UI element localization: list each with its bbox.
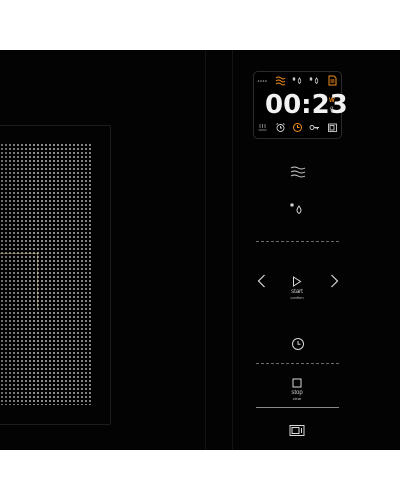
lcd-top-icons — [254, 75, 341, 86]
clock-icon — [291, 337, 305, 351]
lcd-display: 00:23 W g — [253, 71, 348, 139]
divider-solid — [256, 407, 339, 408]
door-edge — [205, 50, 206, 450]
lcd-unit-grams: g — [330, 106, 334, 112]
previous-button[interactable] — [252, 270, 270, 292]
play-icon — [292, 276, 302, 287]
divider-dashed — [256, 363, 339, 364]
lcd-unit-indicator: W g — [329, 97, 335, 113]
steam-icon — [257, 122, 268, 133]
heat-waves-icon — [275, 75, 286, 86]
defrost-weight-icon — [292, 75, 303, 86]
timer-icon — [292, 122, 303, 133]
chevron-left-icon — [257, 274, 266, 288]
start-sublabel: confirm — [290, 295, 304, 300]
lcd-bottom-icons — [254, 122, 341, 133]
window-reflection-line — [0, 253, 38, 254]
lock-key-icon — [309, 122, 320, 133]
alarm-clock-icon — [275, 122, 286, 133]
defrost-button[interactable] — [282, 198, 312, 220]
window-reflection-line — [37, 253, 38, 308]
microwave-panel: 00:23 W g start confirm stop clear — [0, 50, 400, 450]
defrost-icon — [289, 201, 305, 217]
door-window-shade — [0, 143, 92, 405]
divider-dashed — [256, 241, 339, 242]
microwave-icon — [289, 424, 305, 437]
microwave-power-button[interactable] — [283, 163, 313, 181]
stop-sublabel: clear — [292, 395, 302, 401]
door-open-button[interactable] — [282, 420, 312, 440]
chevron-right-icon — [330, 274, 339, 288]
next-button[interactable] — [325, 270, 343, 292]
timer-button[interactable] — [284, 334, 312, 354]
lcd-unit-watts: W — [329, 98, 335, 104]
grill-dots-icon — [257, 75, 268, 86]
panel-edge — [232, 50, 233, 450]
lcd-time-readout: 00:23 — [265, 90, 348, 120]
auto-cook-icon — [327, 75, 338, 86]
waves-icon — [290, 166, 306, 178]
door-icon — [327, 122, 338, 133]
start-button[interactable]: start confirm — [282, 272, 312, 304]
stop-square-icon — [292, 378, 302, 388]
stop-button[interactable]: stop clear — [282, 374, 312, 404]
defrost-time-icon — [309, 75, 320, 86]
